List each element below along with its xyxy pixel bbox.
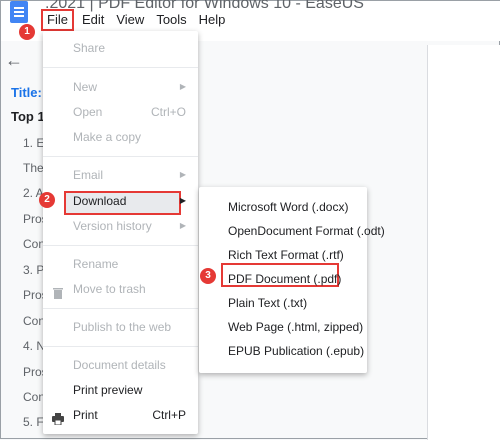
menu-item-new[interactable]: New ▶	[43, 75, 198, 99]
file-menu: Share New ▶ Open Ctrl+O Make a copy Emai…	[43, 31, 198, 434]
outline-item[interactable]: Con	[23, 314, 45, 328]
download-option-docx[interactable]: Microsoft Word (.docx)	[199, 195, 367, 219]
menu-item-move-to-trash[interactable]: Move to trash	[43, 277, 198, 301]
menu-tools[interactable]: Tools	[150, 9, 192, 31]
outline-item[interactable]: 3. P	[23, 263, 44, 277]
menu-separator	[43, 156, 198, 157]
outline-item[interactable]: The	[23, 161, 44, 175]
trash-icon	[52, 283, 64, 299]
step-marker-2: 2	[39, 192, 55, 208]
menu-item-open[interactable]: Open Ctrl+O	[43, 100, 198, 124]
download-option-epub[interactable]: EPUB Publication (.epub)	[199, 339, 367, 363]
step-marker-3: 3	[200, 268, 216, 284]
submenu-arrow-icon: ▶	[179, 196, 186, 205]
download-option-odt[interactable]: OpenDocument Format (.odt)	[199, 219, 385, 243]
submenu-arrow-icon: ▶	[179, 221, 186, 230]
menu-item-rename[interactable]: Rename	[43, 252, 198, 276]
download-submenu: Microsoft Word (.docx) OpenDocument Form…	[199, 187, 385, 373]
menu-item-download[interactable]: Download ▶	[43, 189, 198, 213]
menu-separator	[43, 245, 198, 246]
outline-title: Title:	[11, 85, 42, 100]
docs-logo-icon[interactable]	[10, 1, 28, 23]
submenu-arrow-icon: ▶	[179, 82, 186, 91]
menu-view[interactable]: View	[110, 9, 150, 31]
menu-separator	[43, 308, 198, 309]
back-arrow-icon[interactable]: ←	[5, 51, 23, 69]
menu-item-email[interactable]: Email ▶	[43, 163, 198, 187]
outline-item[interactable]: 5. F	[23, 415, 44, 429]
outline-item[interactable]: Con	[23, 390, 45, 404]
download-option-html[interactable]: Web Page (.html, zipped)	[199, 315, 367, 339]
menu-bar: File Edit View Tools Help	[41, 9, 231, 31]
document-page[interactable]	[427, 45, 500, 440]
outline-item[interactable]: 1. E	[23, 136, 44, 150]
menu-edit[interactable]: Edit	[76, 9, 110, 31]
menu-item-print-preview[interactable]: Print preview	[43, 378, 198, 402]
menu-separator	[43, 346, 198, 347]
menu-file[interactable]: File	[41, 9, 74, 31]
outline-item[interactable]: 4. N	[23, 339, 45, 353]
printer-icon	[52, 409, 64, 426]
menu-item-version-history[interactable]: Version history ▶	[43, 214, 198, 238]
menu-separator	[43, 67, 198, 68]
menu-help[interactable]: Help	[193, 9, 232, 31]
menu-item-print[interactable]: Print Ctrl+P	[43, 403, 198, 427]
menu-item-document-details[interactable]: Document details	[43, 353, 198, 377]
download-option-pdf[interactable]: PDF Document (.pdf)	[199, 267, 367, 291]
download-option-txt[interactable]: Plain Text (.txt)	[199, 291, 367, 315]
outline-heading[interactable]: Top 1	[11, 109, 45, 124]
step-marker-1: 1	[19, 24, 35, 40]
outline-item[interactable]: Con	[23, 237, 45, 251]
menu-item-publish[interactable]: Publish to the web	[43, 315, 198, 339]
menu-item-share[interactable]: Share	[43, 36, 198, 60]
menu-item-make-copy[interactable]: Make a copy	[43, 125, 198, 149]
submenu-arrow-icon: ▶	[179, 170, 186, 179]
